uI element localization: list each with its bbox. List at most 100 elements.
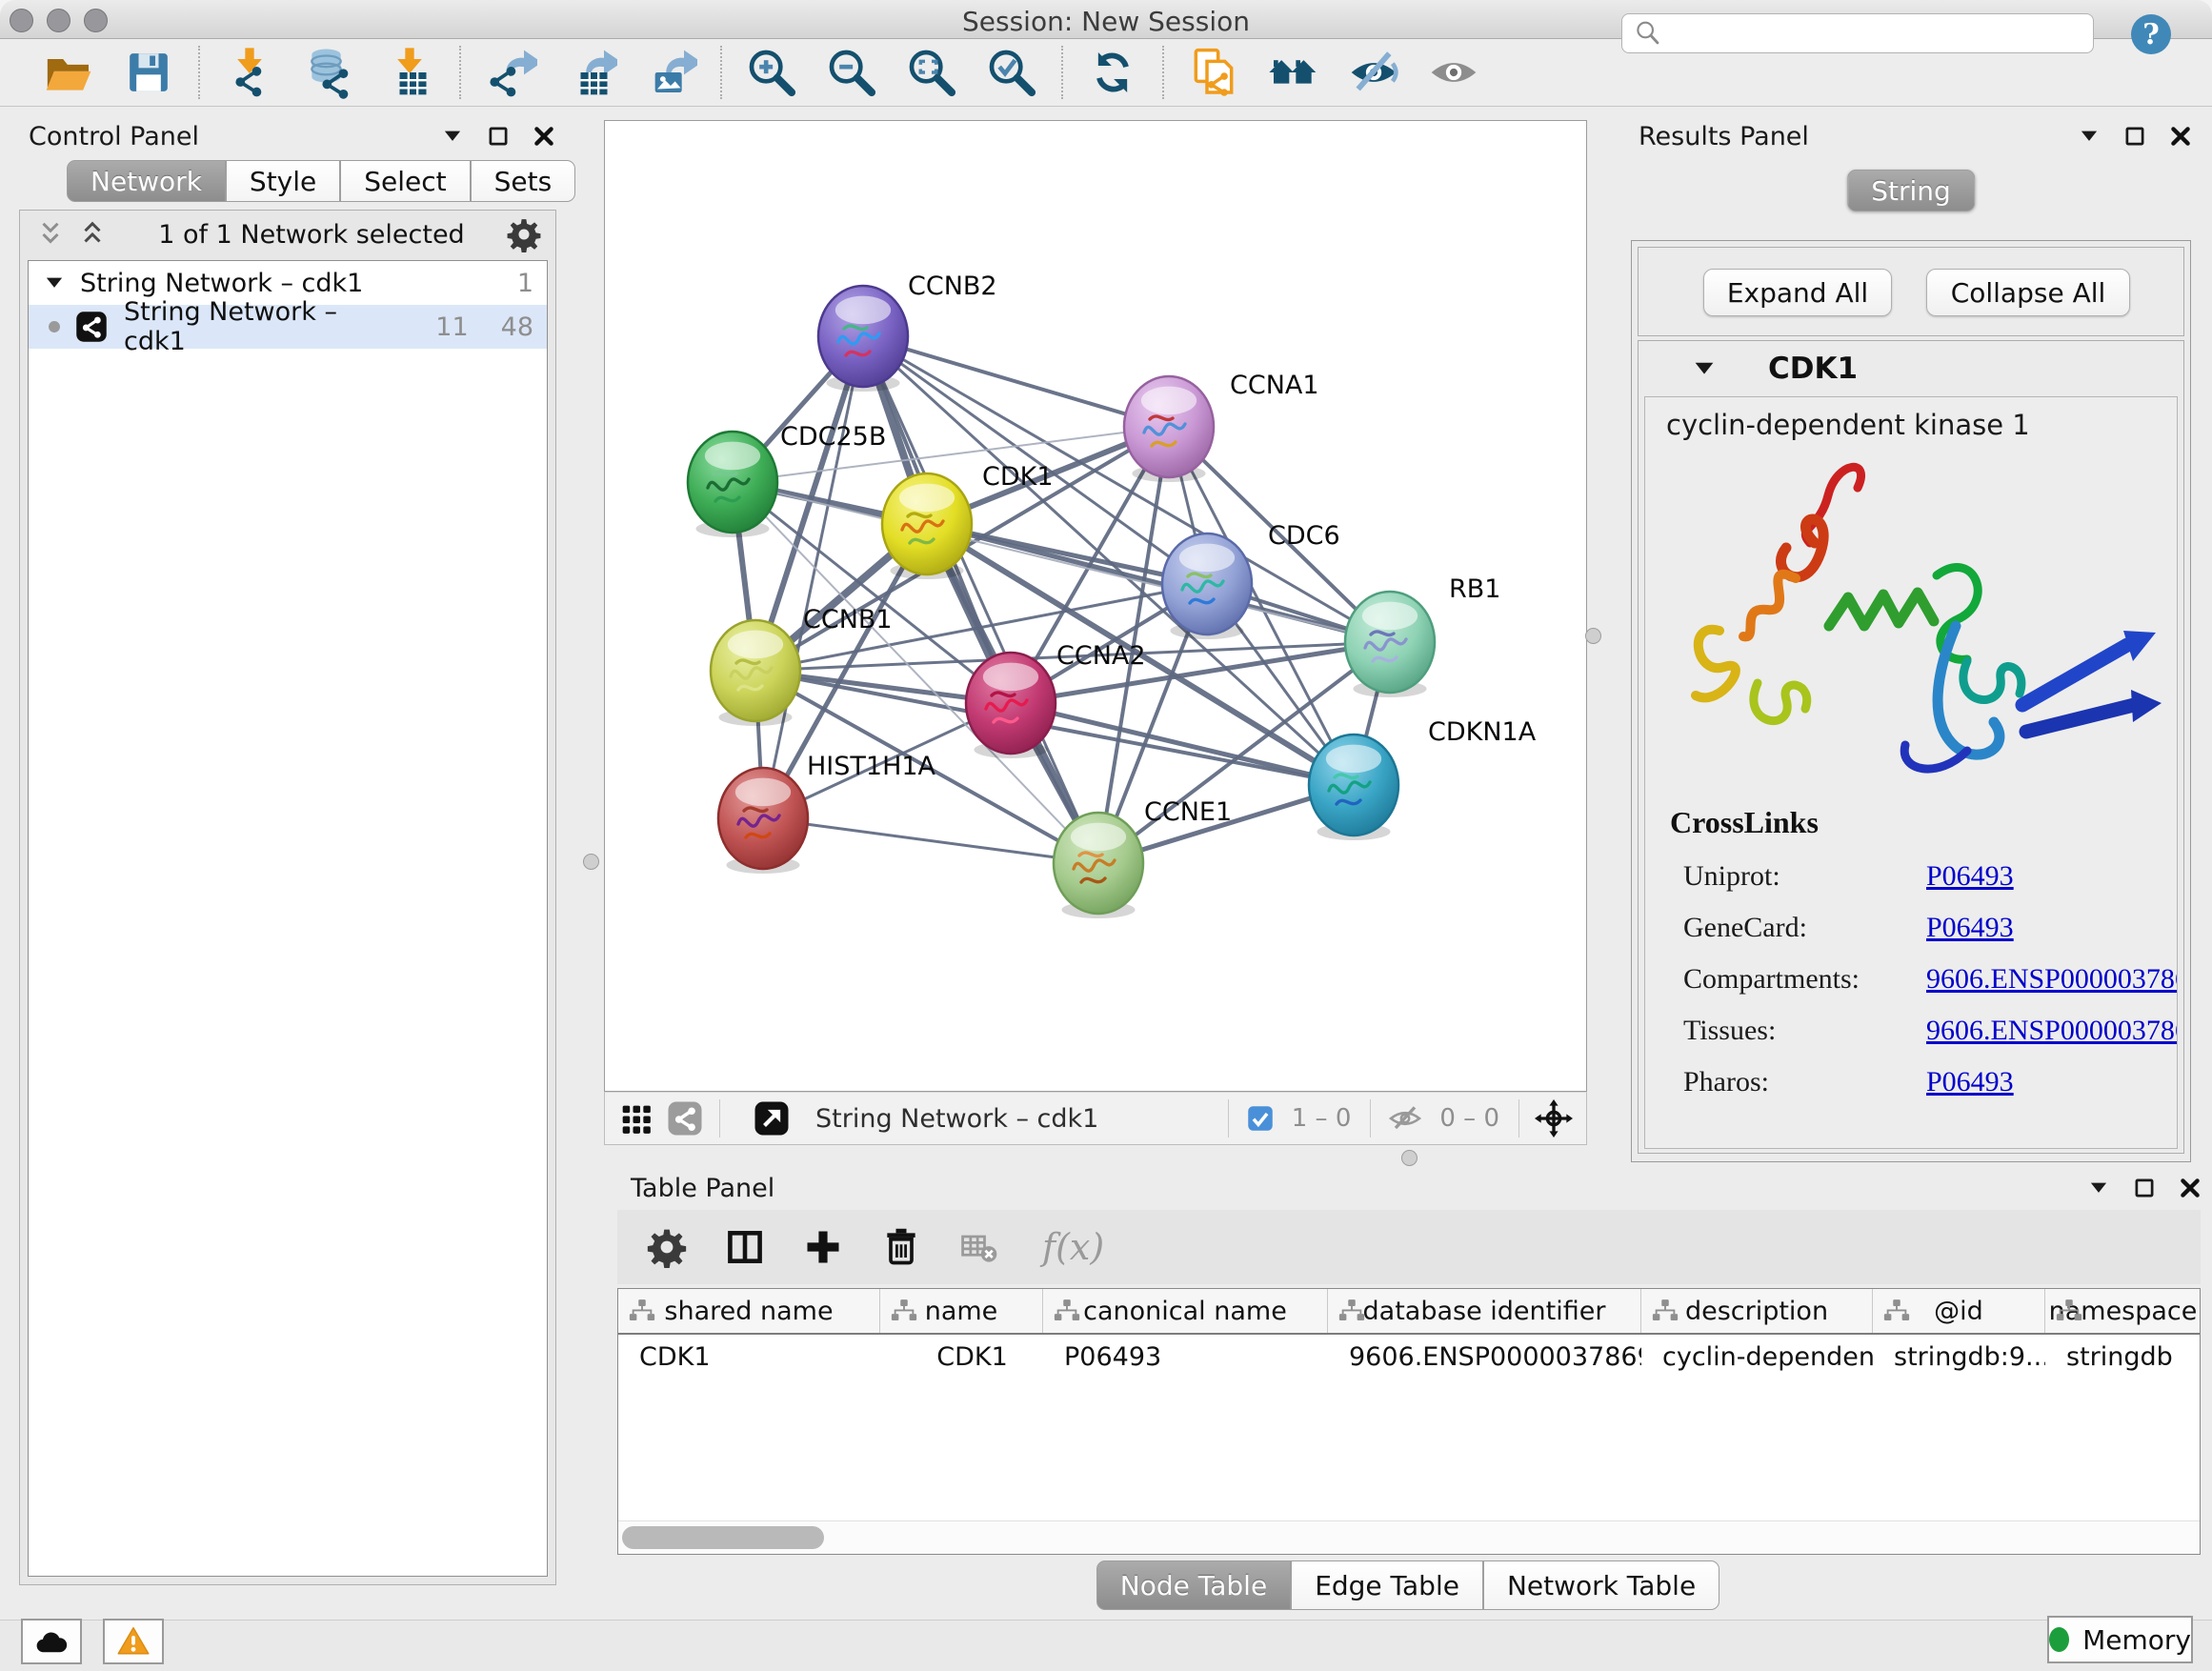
results-panel: Results Panel String Expand All Collapse… — [1619, 116, 2202, 1168]
zoom-fit-button[interactable] — [905, 46, 958, 99]
import-network-from-file-button[interactable] — [223, 46, 276, 99]
node-HIST1H1A[interactable]: HIST1H1A — [718, 752, 936, 874]
column-header-canonical-name[interactable]: canonical name — [1043, 1289, 1328, 1333]
collapse-all-button[interactable]: Collapse All — [1926, 269, 2130, 316]
clone-network-button[interactable] — [1187, 46, 1240, 99]
table-row[interactable]: CDK1CDK1P064939606.ENSP00000378699cyclin… — [618, 1335, 2200, 1379]
column-header-database-identifier[interactable]: database identifier — [1328, 1289, 1641, 1333]
table-cell[interactable]: stringdb:9... — [1873, 1342, 2045, 1372]
show-columns-icon[interactable] — [724, 1226, 766, 1268]
edge-CCNB2-CCNA1[interactable] — [863, 336, 1169, 427]
panel-menu-icon[interactable] — [2077, 124, 2101, 149]
column-header-shared-name[interactable]: shared name — [618, 1289, 880, 1333]
warnings-button[interactable] — [103, 1619, 164, 1664]
import-table-from-file-button[interactable] — [383, 46, 436, 99]
search-box[interactable] — [1621, 13, 2094, 53]
node-CDC25B[interactable]: CDC25B — [688, 422, 886, 537]
node-CDK1[interactable]: CDK1 — [882, 462, 1054, 579]
float-panel-icon[interactable] — [2122, 124, 2147, 149]
close-panel-icon[interactable] — [532, 124, 556, 149]
edge-CCNB2-HIST1H1A[interactable] — [763, 336, 863, 818]
export-table-button[interactable] — [564, 46, 617, 99]
edge-CCNE1-HIST1H1A[interactable] — [763, 818, 1098, 863]
column-header-namespace[interactable]: namespace — [2045, 1289, 2201, 1333]
table-cell[interactable]: CDK1 — [880, 1342, 1043, 1372]
table-horizontal-scrollbar[interactable] — [618, 1520, 2200, 1554]
delete-columns-icon[interactable] — [880, 1226, 922, 1268]
update-view-button[interactable] — [1086, 46, 1139, 99]
crosslink-link[interactable]: 9606.ENSP00000378699 — [1926, 963, 2178, 996]
crosslink-link[interactable]: P06493 — [1926, 1066, 2014, 1098]
gene-section-header[interactable]: CDK1 — [1639, 341, 2183, 396]
network-overview-icon[interactable] — [666, 1099, 704, 1137]
panel-menu-icon[interactable] — [440, 124, 465, 149]
cloud-button[interactable] — [21, 1619, 82, 1664]
bottom-splitter-handle[interactable] — [1401, 1150, 1418, 1166]
column-header-name[interactable]: name — [880, 1289, 1043, 1333]
tab-select[interactable]: Select — [340, 160, 470, 202]
tab-string[interactable]: String — [1847, 170, 1975, 211]
zoom-out-button[interactable] — [825, 46, 878, 99]
edge-CCNB2-CCNE1[interactable] — [863, 336, 1098, 863]
node-CDKN1A[interactable]: CDKN1A — [1309, 717, 1537, 840]
show-all-button[interactable] — [1427, 46, 1480, 99]
crosslink-link[interactable]: P06493 — [1926, 912, 2014, 944]
table-cell[interactable]: 9606.ENSP00000378699 — [1328, 1342, 1641, 1372]
column-header-@id[interactable]: @id — [1873, 1289, 2045, 1333]
collapse-all-networks-icon[interactable] — [75, 217, 110, 252]
tab-network-table[interactable]: Network Table — [1483, 1560, 1719, 1610]
node-CCNE1[interactable]: CCNE1 — [1054, 797, 1232, 918]
right-splitter-handle[interactable] — [1585, 628, 1601, 644]
tab-node-table[interactable]: Node Table — [1096, 1560, 1291, 1610]
fit-content-crosshair-icon[interactable] — [1535, 1099, 1573, 1137]
expand-all-networks-icon[interactable] — [33, 217, 68, 252]
left-splitter-handle[interactable] — [583, 854, 599, 870]
string-network-graph[interactable]: CDK1CCNB1CCNB2CCNA1CCNA2CCNE1CDC25BCDC6C… — [605, 121, 1586, 1091]
detach-view-icon[interactable] — [753, 1099, 791, 1137]
memory-button[interactable]: Memory — [2047, 1616, 2193, 1663]
table-cell[interactable]: stringdb — [2045, 1342, 2201, 1372]
panel-menu-icon[interactable] — [2086, 1176, 2111, 1200]
zoom-in-button[interactable] — [745, 46, 798, 99]
export-network-button[interactable] — [484, 46, 537, 99]
scrollbar-thumb[interactable] — [622, 1526, 824, 1549]
create-column-icon[interactable] — [802, 1226, 844, 1268]
network-row[interactable]: String Network – cdk1 11 48 — [29, 305, 547, 349]
birds-eye-view-icon[interactable] — [616, 1099, 654, 1137]
collapse-toggle-icon[interactable] — [42, 271, 67, 295]
first-neighbors-button[interactable] — [1267, 46, 1320, 99]
network-view-canvas[interactable]: CDK1CCNB1CCNB2CCNA1CCNA2CCNE1CDC25BCDC6C… — [604, 120, 1587, 1092]
node-table[interactable]: shared namenamecanonical namedatabase id… — [617, 1288, 2201, 1555]
hide-selected-button[interactable] — [1347, 46, 1400, 99]
hidden-count-eye-icon[interactable] — [1386, 1099, 1424, 1137]
zoom-selected-button[interactable] — [985, 46, 1038, 99]
save-session-button[interactable] — [122, 46, 175, 99]
expand-all-button[interactable]: Expand All — [1703, 269, 1892, 316]
node-CCNA1[interactable]: CCNA1 — [1124, 371, 1319, 482]
help-button[interactable]: ? — [2128, 11, 2174, 57]
selected-count-checkbox-icon[interactable] — [1244, 1102, 1277, 1135]
search-input[interactable] — [1664, 18, 2093, 49]
table-cell[interactable]: cyclin-dependent ... — [1641, 1342, 1873, 1372]
column-header-description[interactable]: description — [1641, 1289, 1873, 1333]
tab-style[interactable]: Style — [226, 160, 340, 202]
tab-sets[interactable]: Sets — [471, 160, 576, 202]
collapse-gene-icon[interactable] — [1690, 354, 1719, 383]
node-RB1[interactable]: RB1 — [1345, 574, 1500, 697]
network-options-gear-icon[interactable] — [506, 216, 542, 252]
crosslink-link[interactable]: 9606.ENSP00000378699 — [1926, 1015, 2178, 1047]
node-CCNB2[interactable]: CCNB2 — [818, 272, 997, 392]
table-options-gear-icon[interactable] — [646, 1226, 688, 1268]
import-network-from-database-button[interactable] — [303, 46, 356, 99]
tab-network[interactable]: Network — [67, 160, 226, 202]
close-panel-icon[interactable] — [2168, 124, 2193, 149]
tab-edge-table[interactable]: Edge Table — [1291, 1560, 1483, 1610]
crosslink-link[interactable]: P06493 — [1926, 860, 2014, 893]
table-cell[interactable]: CDK1 — [618, 1342, 880, 1372]
export-image-button[interactable] — [644, 46, 697, 99]
float-panel-icon[interactable] — [486, 124, 511, 149]
table-cell[interactable]: P06493 — [1043, 1342, 1328, 1372]
float-panel-icon[interactable] — [2132, 1176, 2157, 1200]
close-panel-icon[interactable] — [2178, 1176, 2202, 1200]
open-session-button[interactable] — [42, 46, 95, 99]
